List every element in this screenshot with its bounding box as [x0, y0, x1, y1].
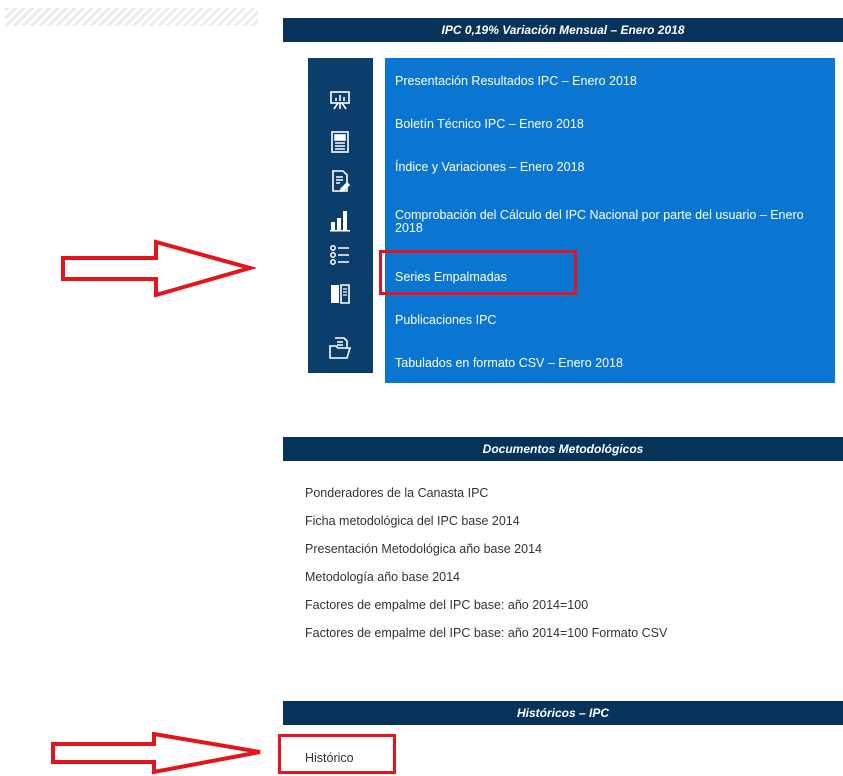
- section-header-historicos: Históricos – IPC: [283, 701, 843, 725]
- folder-files-icon[interactable]: [327, 335, 353, 361]
- link-presentacion-resultados[interactable]: Presentación Resultados IPC – Enero 2018: [395, 75, 819, 88]
- newspaper-icon[interactable]: [327, 129, 353, 155]
- list-item[interactable]: Metodología año base 2014: [305, 570, 460, 584]
- list-item[interactable]: Ficha metodológica del IPC base 2014: [305, 514, 520, 528]
- highlight-box-historico: [278, 734, 396, 774]
- section-header-documentos: Documentos Metodológicos: [283, 437, 843, 461]
- link-boletin-tecnico[interactable]: Boletín Técnico IPC – Enero 2018: [395, 118, 819, 131]
- section-header-ipc: IPC 0,19% Variación Mensual – Enero 2018: [283, 18, 843, 42]
- list-item[interactable]: Factores de empalme del IPC base: año 20…: [305, 598, 588, 612]
- document-edit-icon[interactable]: [327, 168, 353, 194]
- list-item[interactable]: Ponderadores de la Canasta IPC: [305, 486, 488, 500]
- list-item[interactable]: Presentación Metodológica año base 2014: [305, 542, 542, 556]
- link-publicaciones-ipc[interactable]: Publicaciones IPC: [395, 314, 819, 327]
- book-icon[interactable]: [327, 281, 353, 307]
- presentation-board-icon[interactable]: [327, 88, 353, 114]
- section-title: IPC 0,19% Variación Mensual – Enero 2018: [441, 23, 685, 37]
- red-arrow-icon: [61, 239, 256, 298]
- highlight-box-series-empalmadas: [379, 250, 577, 295]
- link-tabulados-csv[interactable]: Tabulados en formato CSV – Enero 2018: [395, 357, 819, 370]
- list-item[interactable]: Factores de empalme del IPC base: año 20…: [305, 626, 667, 640]
- red-arrow-icon: [51, 732, 261, 775]
- link-comprobacion-calculo[interactable]: Comprobación del Cálculo del IPC Naciona…: [395, 209, 819, 235]
- section-title: Documentos Metodológicos: [482, 442, 644, 456]
- icon-column: [308, 58, 373, 373]
- checklist-icon[interactable]: [327, 242, 353, 268]
- section-title: Históricos – IPC: [516, 706, 610, 720]
- decorative-hatch: [5, 8, 258, 26]
- ipc-links-panel: Presentación Resultados IPC – Enero 2018…: [385, 58, 835, 383]
- bar-chart-icon[interactable]: [327, 207, 353, 233]
- link-indice-variaciones[interactable]: Índice y Variaciones – Enero 2018: [395, 161, 819, 174]
